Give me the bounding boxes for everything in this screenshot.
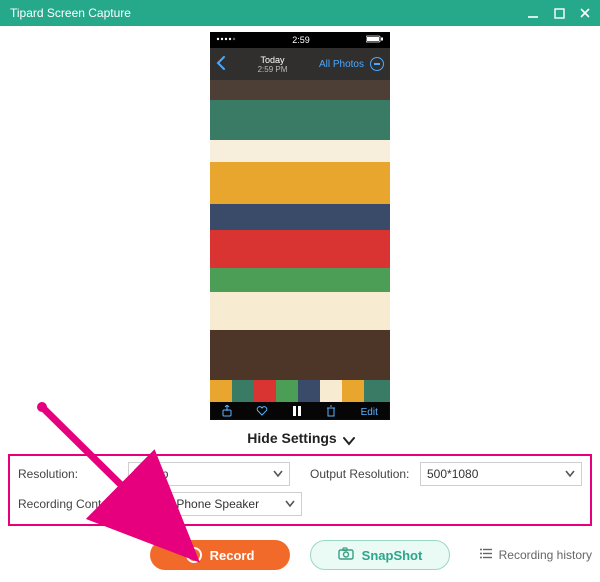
chevron-down-icon bbox=[565, 467, 575, 481]
hide-settings-label: Hide Settings bbox=[247, 430, 336, 446]
phone-clock: 2:59 bbox=[292, 35, 310, 45]
chevron-down-icon bbox=[343, 433, 353, 443]
minimize-icon[interactable] bbox=[526, 6, 540, 20]
phone-photo bbox=[210, 80, 390, 380]
pause-icon[interactable] bbox=[292, 405, 302, 420]
phone-nav-title: Today 2:59 PM bbox=[226, 55, 319, 74]
title-bar: Tipard Screen Capture bbox=[0, 0, 600, 26]
share-icon[interactable] bbox=[222, 405, 232, 420]
chevron-down-icon bbox=[273, 467, 283, 481]
trash-icon[interactable] bbox=[326, 405, 336, 420]
edit-link[interactable]: Edit bbox=[361, 407, 378, 418]
output-resolution-select[interactable]: 500*1080 bbox=[420, 462, 582, 486]
snapshot-button-label: SnapShot bbox=[362, 548, 423, 563]
resolution-select[interactable]: 1080p bbox=[128, 462, 290, 486]
recording-content-value: Screen,Phone Speaker bbox=[135, 497, 259, 511]
window-controls bbox=[526, 6, 592, 20]
details-icon[interactable] bbox=[370, 57, 384, 71]
preview-area: 2:59 Today 2:59 PM All Photos bbox=[0, 26, 600, 446]
phone-bottom-toolbar: Edit bbox=[210, 402, 390, 420]
record-button[interactable]: Record bbox=[150, 540, 290, 570]
action-bar: Record SnapShot Recording history bbox=[8, 540, 592, 570]
chevron-down-icon bbox=[285, 497, 295, 511]
app-title: Tipard Screen Capture bbox=[10, 6, 526, 20]
record-button-label: Record bbox=[210, 548, 255, 563]
resolution-label: Resolution: bbox=[18, 467, 128, 481]
recording-content-select[interactable]: Screen,Phone Speaker bbox=[128, 492, 302, 516]
camera-icon bbox=[338, 547, 354, 563]
all-photos-link[interactable]: All Photos bbox=[319, 59, 364, 70]
battery-icon bbox=[366, 35, 384, 45]
hide-settings-toggle[interactable]: Hide Settings bbox=[247, 430, 352, 446]
recording-content-label: Recording Content: bbox=[18, 497, 128, 511]
record-icon bbox=[186, 547, 202, 563]
phone-preview: 2:59 Today 2:59 PM All Photos bbox=[210, 32, 390, 420]
snapshot-button[interactable]: SnapShot bbox=[310, 540, 450, 570]
resolution-value: 1080p bbox=[135, 467, 168, 481]
phone-nav-subtime: 2:59 PM bbox=[226, 65, 319, 74]
output-resolution-label: Output Resolution: bbox=[310, 467, 420, 481]
list-icon bbox=[480, 548, 493, 562]
output-resolution-value: 500*1080 bbox=[427, 467, 478, 481]
close-icon[interactable] bbox=[578, 6, 592, 20]
phone-nav-today: Today bbox=[226, 55, 319, 65]
maximize-icon[interactable] bbox=[552, 6, 566, 20]
signal-icon bbox=[216, 35, 236, 45]
phone-status-bar: 2:59 bbox=[210, 32, 390, 48]
back-icon[interactable] bbox=[216, 56, 226, 73]
phone-thumbnails[interactable] bbox=[210, 380, 390, 402]
heart-icon[interactable] bbox=[256, 405, 268, 419]
recording-history-label: Recording history bbox=[499, 548, 592, 562]
recording-history-link[interactable]: Recording history bbox=[480, 548, 592, 562]
settings-panel: Resolution: 1080p Output Resolution: 500… bbox=[8, 454, 592, 526]
phone-nav-bar: Today 2:59 PM All Photos bbox=[210, 48, 390, 80]
